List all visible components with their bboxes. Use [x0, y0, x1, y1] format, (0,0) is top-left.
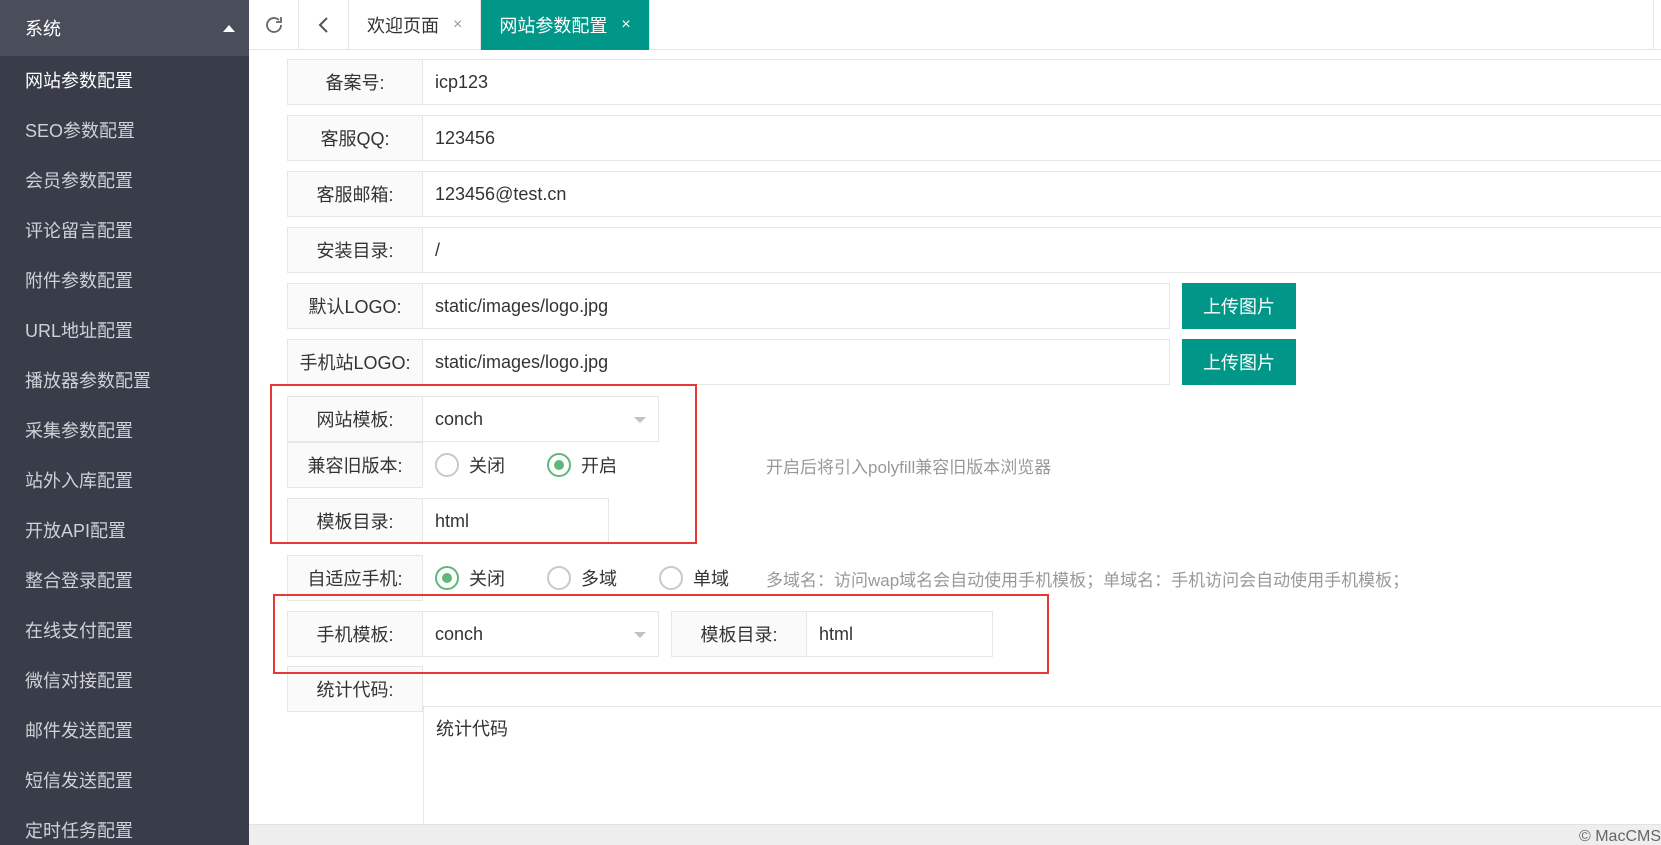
field-label: 备案号: [287, 59, 423, 105]
close-icon[interactable]: × [453, 16, 462, 34]
adaptive-radio-single[interactable]: 单域 [659, 565, 729, 591]
field-label: 客服QQ: [287, 115, 423, 161]
stat-code-textarea[interactable]: 统计代码 [423, 706, 1661, 826]
caret-up-icon [223, 25, 235, 32]
upload-mobile-logo-button[interactable]: 上传图片 [1182, 339, 1296, 385]
field-label: 客服邮箱: [287, 171, 423, 217]
sidebar-item-login-config[interactable]: 整合登录配置 [0, 556, 249, 606]
adaptive-hint: 多域名：访问wap域名会自动使用手机模板；单域名：手机访问会自动使用手机模板； [766, 571, 1410, 590]
sidebar-item-collect-config[interactable]: 采集参数配置 [0, 406, 249, 456]
refresh-icon [265, 17, 282, 33]
radio-checked-icon [435, 566, 459, 590]
footer: © MacCMS [249, 824, 1661, 845]
sidebar-item-site-config[interactable]: 网站参数配置 [0, 56, 249, 106]
copyright-text: © MacCMS [1578, 828, 1661, 845]
field-label: 默认LOGO: [287, 283, 423, 329]
field-label: 安装目录: [287, 227, 423, 273]
form-row-mobile-logo: 手机站LOGO: static/images/logo.jpg 上传图片 [287, 339, 1296, 385]
compat-hint: 开启后将引入polyfill兼容旧版本浏览器 [766, 458, 1052, 477]
form-row-install-dir: 安装目录: / [287, 227, 1661, 273]
upload-logo-button[interactable]: 上传图片 [1182, 283, 1296, 329]
form-row-icp: 备案号: icp123 [287, 59, 1661, 105]
tab-label: 欢迎页面 [367, 16, 439, 36]
tab-welcome[interactable]: 欢迎页面 × [349, 0, 482, 50]
sidebar-menu: 网站参数配置 SEO参数配置 会员参数配置 评论留言配置 附件参数配置 URL地… [0, 56, 249, 845]
adaptive-radio-multi[interactable]: 多域 [547, 565, 617, 591]
tab-bar: 欢迎页面 × 网站参数配置 × [249, 0, 1661, 50]
sidebar-item-attachment-config[interactable]: 附件参数配置 [0, 256, 249, 306]
sidebar-item-timer-config[interactable]: 定时任务配置 [0, 806, 249, 845]
install-dir-input[interactable]: / [423, 227, 1661, 273]
sidebar: 系统 网站参数配置 SEO参数配置 会员参数配置 评论留言配置 附件参数配置 U… [0, 0, 249, 845]
icp-input[interactable]: icp123 [423, 59, 1661, 105]
sidebar-item-seo-config[interactable]: SEO参数配置 [0, 106, 249, 156]
form-row-logo: 默认LOGO: static/images/logo.jpg 上传图片 [287, 283, 1296, 329]
sidebar-item-import-config[interactable]: 站外入库配置 [0, 456, 249, 506]
radio-label: 多域 [581, 569, 617, 589]
sidebar-item-member-config[interactable]: 会员参数配置 [0, 156, 249, 206]
chevron-left-icon [318, 17, 328, 33]
sidebar-item-player-config[interactable]: 播放器参数配置 [0, 356, 249, 406]
form-row-email: 客服邮箱: 123456@test.cn [287, 171, 1661, 217]
sidebar-item-comment-config[interactable]: 评论留言配置 [0, 206, 249, 256]
adaptive-radio-off[interactable]: 关闭 [435, 565, 505, 591]
tab-label: 网站参数配置 [499, 16, 608, 36]
sidebar-group-system[interactable]: 系统 [0, 0, 249, 56]
sidebar-item-url-config[interactable]: URL地址配置 [0, 306, 249, 356]
field-label: 手机站LOGO: [287, 339, 423, 385]
sidebar-item-wechat-config[interactable]: 微信对接配置 [0, 656, 249, 706]
close-icon[interactable]: × [621, 16, 630, 34]
radio-label: 关闭 [469, 569, 505, 589]
radio-circle-icon [659, 566, 683, 590]
email-input[interactable]: 123456@test.cn [423, 171, 1661, 217]
tab-site-config[interactable]: 网站参数配置 × [481, 0, 650, 50]
sidebar-item-email-config[interactable]: 邮件发送配置 [0, 706, 249, 756]
refresh-button[interactable] [249, 0, 299, 50]
back-button[interactable] [299, 0, 349, 50]
sidebar-group-label: 系统 [25, 19, 61, 39]
highlight-box [270, 384, 697, 544]
form-row-qq: 客服QQ: 123456 [287, 115, 1661, 161]
sidebar-item-sms-config[interactable]: 短信发送配置 [0, 756, 249, 806]
highlight-box [273, 594, 1049, 674]
radio-label: 单域 [693, 569, 729, 589]
tab-scroll-edge [1653, 0, 1661, 50]
sidebar-item-api-config[interactable]: 开放API配置 [0, 506, 249, 556]
mobile-logo-input[interactable]: static/images/logo.jpg [423, 339, 1170, 385]
qq-input[interactable]: 123456 [423, 115, 1661, 161]
logo-input[interactable]: static/images/logo.jpg [423, 283, 1170, 329]
sidebar-item-pay-config[interactable]: 在线支付配置 [0, 606, 249, 656]
main-content: 备案号: icp123 客服QQ: 123456 客服邮箱: 123456@te… [249, 51, 1661, 828]
radio-circle-icon [547, 566, 571, 590]
